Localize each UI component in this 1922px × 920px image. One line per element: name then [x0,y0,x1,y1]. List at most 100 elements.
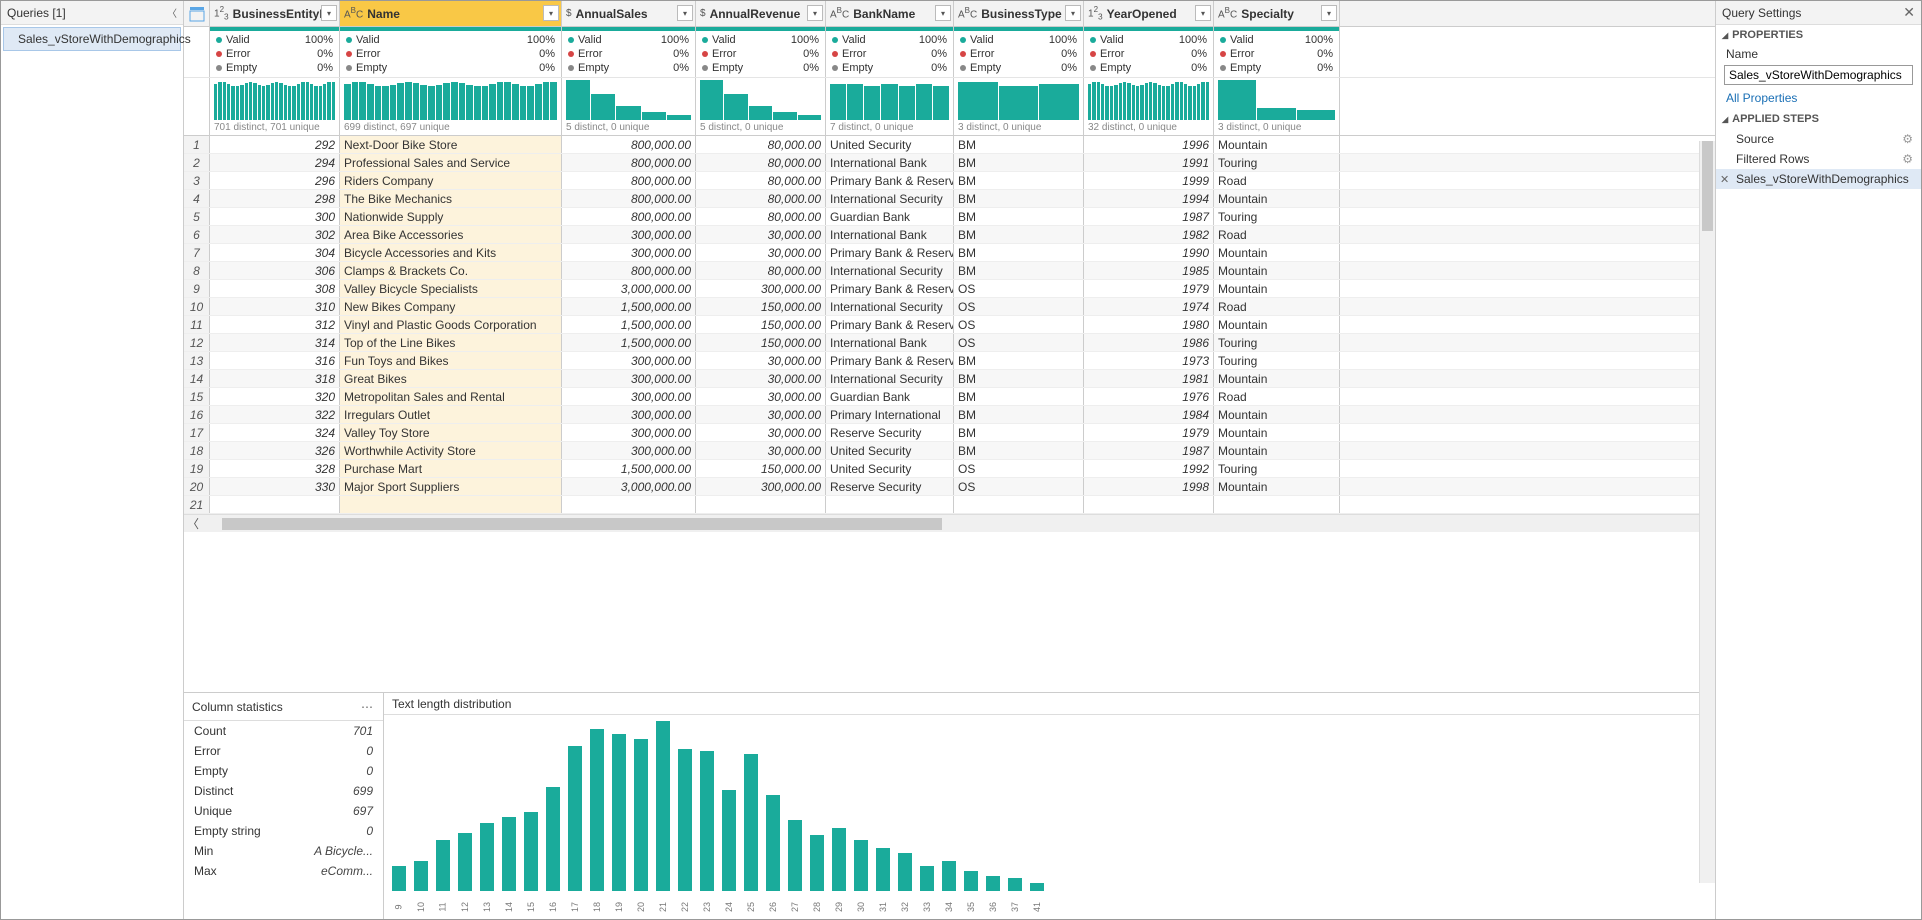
cell[interactable]: BM [954,442,1084,459]
row-index[interactable]: 1 [184,136,210,153]
dropdown-icon[interactable]: ▾ [677,5,693,21]
cell[interactable]: Mountain [1214,406,1340,423]
cell[interactable]: Guardian Bank [826,388,954,405]
cell[interactable]: 322 [210,406,340,423]
cell[interactable]: Mountain [1214,442,1340,459]
column-header[interactable]: $AnnualRevenue▾ [696,1,826,26]
table-row[interactable]: 20330Major Sport Suppliers3,000,000.0030… [184,478,1715,496]
cell[interactable]: OS [954,316,1084,333]
cell[interactable]: 1980 [1084,316,1214,333]
column-header[interactable]: 123BusinessEntityID▾ [210,1,340,26]
row-index[interactable]: 11 [184,316,210,333]
cell[interactable]: 330 [210,478,340,495]
cell[interactable]: Fun Toys and Bikes [340,352,562,369]
cell[interactable]: Great Bikes [340,370,562,387]
cell[interactable]: Mountain [1214,280,1340,297]
cell[interactable]: 296 [210,172,340,189]
cell[interactable]: Touring [1214,460,1340,477]
cell[interactable]: 1985 [1084,262,1214,279]
cell[interactable]: Mountain [1214,136,1340,153]
cell[interactable]: BM [954,370,1084,387]
applied-step[interactable]: Source⚙ [1716,129,1921,149]
cell[interactable]: 3,000,000.00 [562,478,696,495]
row-index[interactable]: 13 [184,352,210,369]
cell[interactable] [1084,496,1214,513]
cell[interactable]: Primary International [826,406,954,423]
cell[interactable]: Mountain [1214,316,1340,333]
cell[interactable]: 302 [210,226,340,243]
scroll-left-icon[interactable]: 〈 [184,515,202,532]
cell[interactable]: 1996 [1084,136,1214,153]
cell[interactable]: 326 [210,442,340,459]
cell[interactable]: 310 [210,298,340,315]
cell[interactable]: International Bank [826,334,954,351]
query-list-item[interactable]: Sales_vStoreWithDemographics [3,27,181,51]
cell[interactable]: Valley Bicycle Specialists [340,280,562,297]
cell[interactable]: 314 [210,334,340,351]
row-index[interactable]: 17 [184,424,210,441]
cell[interactable]: 800,000.00 [562,190,696,207]
cell[interactable] [954,496,1084,513]
cell[interactable]: 318 [210,370,340,387]
cell[interactable]: Next-Door Bike Store [340,136,562,153]
column-header[interactable]: $AnnualSales▾ [562,1,696,26]
cell[interactable]: 306 [210,262,340,279]
row-index[interactable]: 5 [184,208,210,225]
cell[interactable]: 300,000.00 [696,280,826,297]
cell[interactable]: 300,000.00 [562,424,696,441]
cell[interactable]: 294 [210,154,340,171]
cell[interactable]: Touring [1214,208,1340,225]
table-options-button[interactable] [184,1,210,26]
cell[interactable]: 30,000.00 [696,406,826,423]
cell[interactable]: 30,000.00 [696,388,826,405]
cell[interactable]: Primary Bank & Reserve [826,244,954,261]
row-index[interactable]: 8 [184,262,210,279]
cell[interactable]: 304 [210,244,340,261]
cell[interactable]: 30,000.00 [696,226,826,243]
cell[interactable]: Mountain [1214,190,1340,207]
table-row[interactable]: 14318Great Bikes300,000.0030,000.00Inter… [184,370,1715,388]
cell[interactable]: Irregulars Outlet [340,406,562,423]
table-row[interactable]: 13316Fun Toys and Bikes300,000.0030,000.… [184,352,1715,370]
row-index[interactable]: 19 [184,460,210,477]
row-index[interactable]: 20 [184,478,210,495]
cell[interactable]: 1991 [1084,154,1214,171]
cell[interactable]: 328 [210,460,340,477]
cell[interactable]: BM [954,172,1084,189]
cell[interactable]: Nationwide Supply [340,208,562,225]
cell[interactable]: 1976 [1084,388,1214,405]
cell[interactable]: 1992 [1084,460,1214,477]
cell[interactable]: 80,000.00 [696,190,826,207]
cell[interactable]: 80,000.00 [696,154,826,171]
cell[interactable]: Road [1214,388,1340,405]
cell[interactable]: International Security [826,262,954,279]
cell[interactable]: BM [954,262,1084,279]
delete-step-icon[interactable]: ✕ [1720,173,1729,186]
row-index[interactable]: 4 [184,190,210,207]
cell[interactable]: Bicycle Accessories and Kits [340,244,562,261]
dropdown-icon[interactable]: ▾ [1195,5,1211,21]
cell[interactable]: BM [954,244,1084,261]
cell[interactable]: 1986 [1084,334,1214,351]
applied-step[interactable]: Filtered Rows⚙ [1716,149,1921,169]
cell[interactable] [696,496,826,513]
cell[interactable]: Major Sport Suppliers [340,478,562,495]
cell[interactable]: 1981 [1084,370,1214,387]
cell[interactable]: 150,000.00 [696,316,826,333]
cell[interactable]: 1990 [1084,244,1214,261]
cell[interactable]: BM [954,424,1084,441]
table-row[interactable]: 8306Clamps & Brackets Co.800,000.0080,00… [184,262,1715,280]
cell[interactable]: 320 [210,388,340,405]
cell[interactable]: 300,000.00 [562,244,696,261]
column-header[interactable]: ABCBankName▾ [826,1,954,26]
table-row[interactable]: 12314Top of the Line Bikes1,500,000.0015… [184,334,1715,352]
all-properties-link[interactable]: All Properties [1716,87,1921,109]
horizontal-scrollbar[interactable]: 〈 〉 [184,514,1715,532]
row-index[interactable]: 15 [184,388,210,405]
cell[interactable]: Primary Bank & Reserve [826,316,954,333]
cell[interactable]: OS [954,478,1084,495]
table-row[interactable]: 18326Worthwhile Activity Store300,000.00… [184,442,1715,460]
row-index[interactable]: 21 [184,496,210,513]
cell[interactable]: 800,000.00 [562,262,696,279]
properties-section[interactable]: ◢ PROPERTIES [1716,25,1921,45]
